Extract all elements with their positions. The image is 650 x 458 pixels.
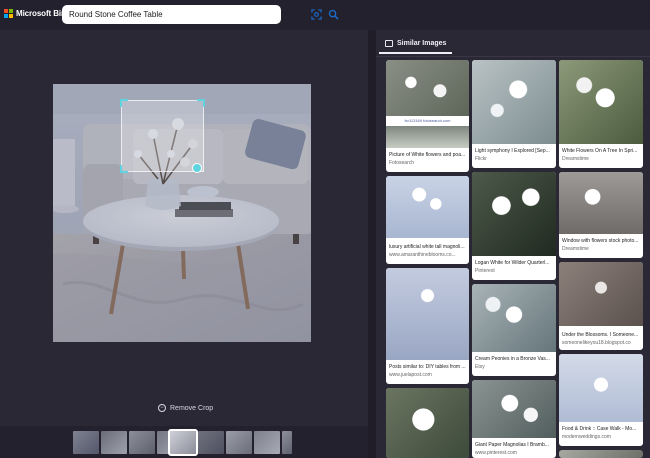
result-thumbnail	[559, 262, 643, 326]
result-title: luxury artificial white tall magnoli...	[389, 244, 465, 250]
result-source: Dreamstime	[562, 156, 589, 162]
result-card[interactable]: Posts similar to: DIY tables from ... ww…	[386, 268, 469, 384]
similar-images-panel: Similar Images fsr113169 fotosearch.com …	[376, 30, 650, 458]
microsoft-logo-icon	[4, 9, 13, 18]
filmstrip-thumb[interactable]	[73, 431, 99, 454]
remove-crop-icon: −	[158, 404, 166, 412]
main-image[interactable]	[53, 84, 311, 342]
search-input[interactable]	[69, 6, 239, 23]
result-thumbnail	[472, 284, 556, 352]
result-card[interactable]: Window with flowers stock photo... Dream…	[559, 172, 643, 258]
result-card[interactable]: White Flowers On A Tree In Spri... Dream…	[559, 60, 643, 168]
result-thumbnail	[386, 268, 469, 360]
result-title: Food & Drink :: Case Walk - Mo...	[562, 426, 637, 432]
result-card[interactable]: Giant Paper Magnolias I Bramb... www.pin…	[472, 380, 556, 458]
crop-handle-top-left[interactable]	[120, 99, 128, 107]
result-card[interactable]	[559, 450, 643, 458]
result-thumbnail	[559, 354, 643, 422]
result-thumbnail-lower	[386, 126, 469, 148]
tab-underline	[376, 56, 650, 57]
result-source: Etsy	[475, 364, 485, 370]
result-title: Picture of White flowers and poa...	[389, 152, 466, 158]
result-thumbnail	[386, 60, 469, 116]
top-bar: Microsoft Bing	[0, 0, 650, 30]
tab-similar-images[interactable]: Similar Images	[379, 34, 453, 54]
remove-crop-button[interactable]: − Remove Crop	[158, 404, 213, 412]
filmstrip-thumb[interactable]	[254, 431, 280, 454]
result-source: www.pinterest.com	[475, 450, 517, 456]
filmstrip-thumb[interactable]	[198, 431, 224, 454]
result-card[interactable]: Logan White for Wilder Quarterl... Pinte…	[472, 172, 556, 280]
result-title: White Flowers On A Tree In Spri...	[562, 148, 638, 154]
result-thumbnail	[472, 172, 556, 256]
filmstrip-thumb[interactable]	[129, 431, 155, 454]
result-source: www.amaranthineblooms.co...	[389, 252, 456, 258]
result-title: Window with flowers stock photo...	[562, 238, 639, 244]
result-source: someonelikeyou18.blogspot.co	[562, 340, 631, 346]
filmstrip-thumb-selected[interactable]	[168, 429, 198, 456]
filmstrip-thumb[interactable]	[101, 431, 127, 454]
image-viewer: − Remove Crop	[0, 30, 368, 458]
image-icon	[385, 39, 393, 47]
result-source: Dreamstime	[562, 246, 589, 252]
tab-label: Similar Images	[397, 39, 447, 47]
result-title: Posts similar to: DIY tables from ...	[389, 364, 466, 370]
result-thumbnail	[386, 176, 469, 238]
result-thumbnail	[559, 172, 643, 234]
crop-handle-top-right[interactable]	[197, 99, 205, 107]
result-card[interactable]: Food & Drink :: Case Walk - Mo... modern…	[559, 354, 643, 446]
result-title: Cream Peonies in a Bronze Vas...	[475, 356, 550, 362]
crop-handle-bottom-left[interactable]	[120, 165, 128, 173]
crop-selection[interactable]	[120, 99, 205, 173]
result-card[interactable]: luxury artificial white tall magnoli... …	[386, 176, 469, 264]
search-box	[62, 5, 339, 24]
result-card[interactable]: fsr113169 fotosearch.com Picture of Whit…	[386, 60, 469, 172]
result-card[interactable]: Under the Blossoms. I Someone... someone…	[559, 262, 643, 350]
search-icon[interactable]	[328, 9, 339, 20]
thumbnail-strip	[0, 426, 368, 458]
result-card[interactable]	[386, 388, 469, 458]
filmstrip-thumb[interactable]	[226, 431, 252, 454]
bing-logo[interactable]: Microsoft Bing	[4, 9, 71, 18]
result-thumbnail	[472, 380, 556, 438]
result-source: Pinterest	[475, 268, 495, 274]
remove-crop-label: Remove Crop	[170, 404, 214, 412]
result-title: Giant Paper Magnolias I Bramb...	[475, 442, 549, 448]
result-title: Light symphony I Explored [Sep...	[475, 148, 550, 154]
result-card[interactable]: Cream Peonies in a Bronze Vas... Etsy	[472, 284, 556, 376]
crop-handle-bottom-right[interactable]	[192, 163, 202, 173]
result-title: Logan White for Wilder Quarterl...	[475, 260, 550, 266]
result-source: Flickr	[475, 156, 487, 162]
result-title: Under the Blossoms. I Someone...	[562, 332, 639, 338]
result-source: Fotosearch	[389, 160, 415, 166]
result-watermark: fsr113169 fotosearch.com	[404, 118, 451, 123]
visual-search-icon[interactable]	[311, 9, 322, 20]
result-thumbnail	[559, 60, 643, 144]
result-card[interactable]: Light symphony I Explored [Sep... Flickr	[472, 60, 556, 168]
filmstrip-thumb[interactable]	[282, 431, 292, 454]
result-source: modernweddings.com	[562, 434, 611, 440]
result-thumbnail	[472, 60, 556, 144]
pane-divider[interactable]	[368, 30, 376, 458]
result-source: www.juelapost.com	[389, 372, 432, 378]
result-thumbnail	[386, 388, 469, 458]
